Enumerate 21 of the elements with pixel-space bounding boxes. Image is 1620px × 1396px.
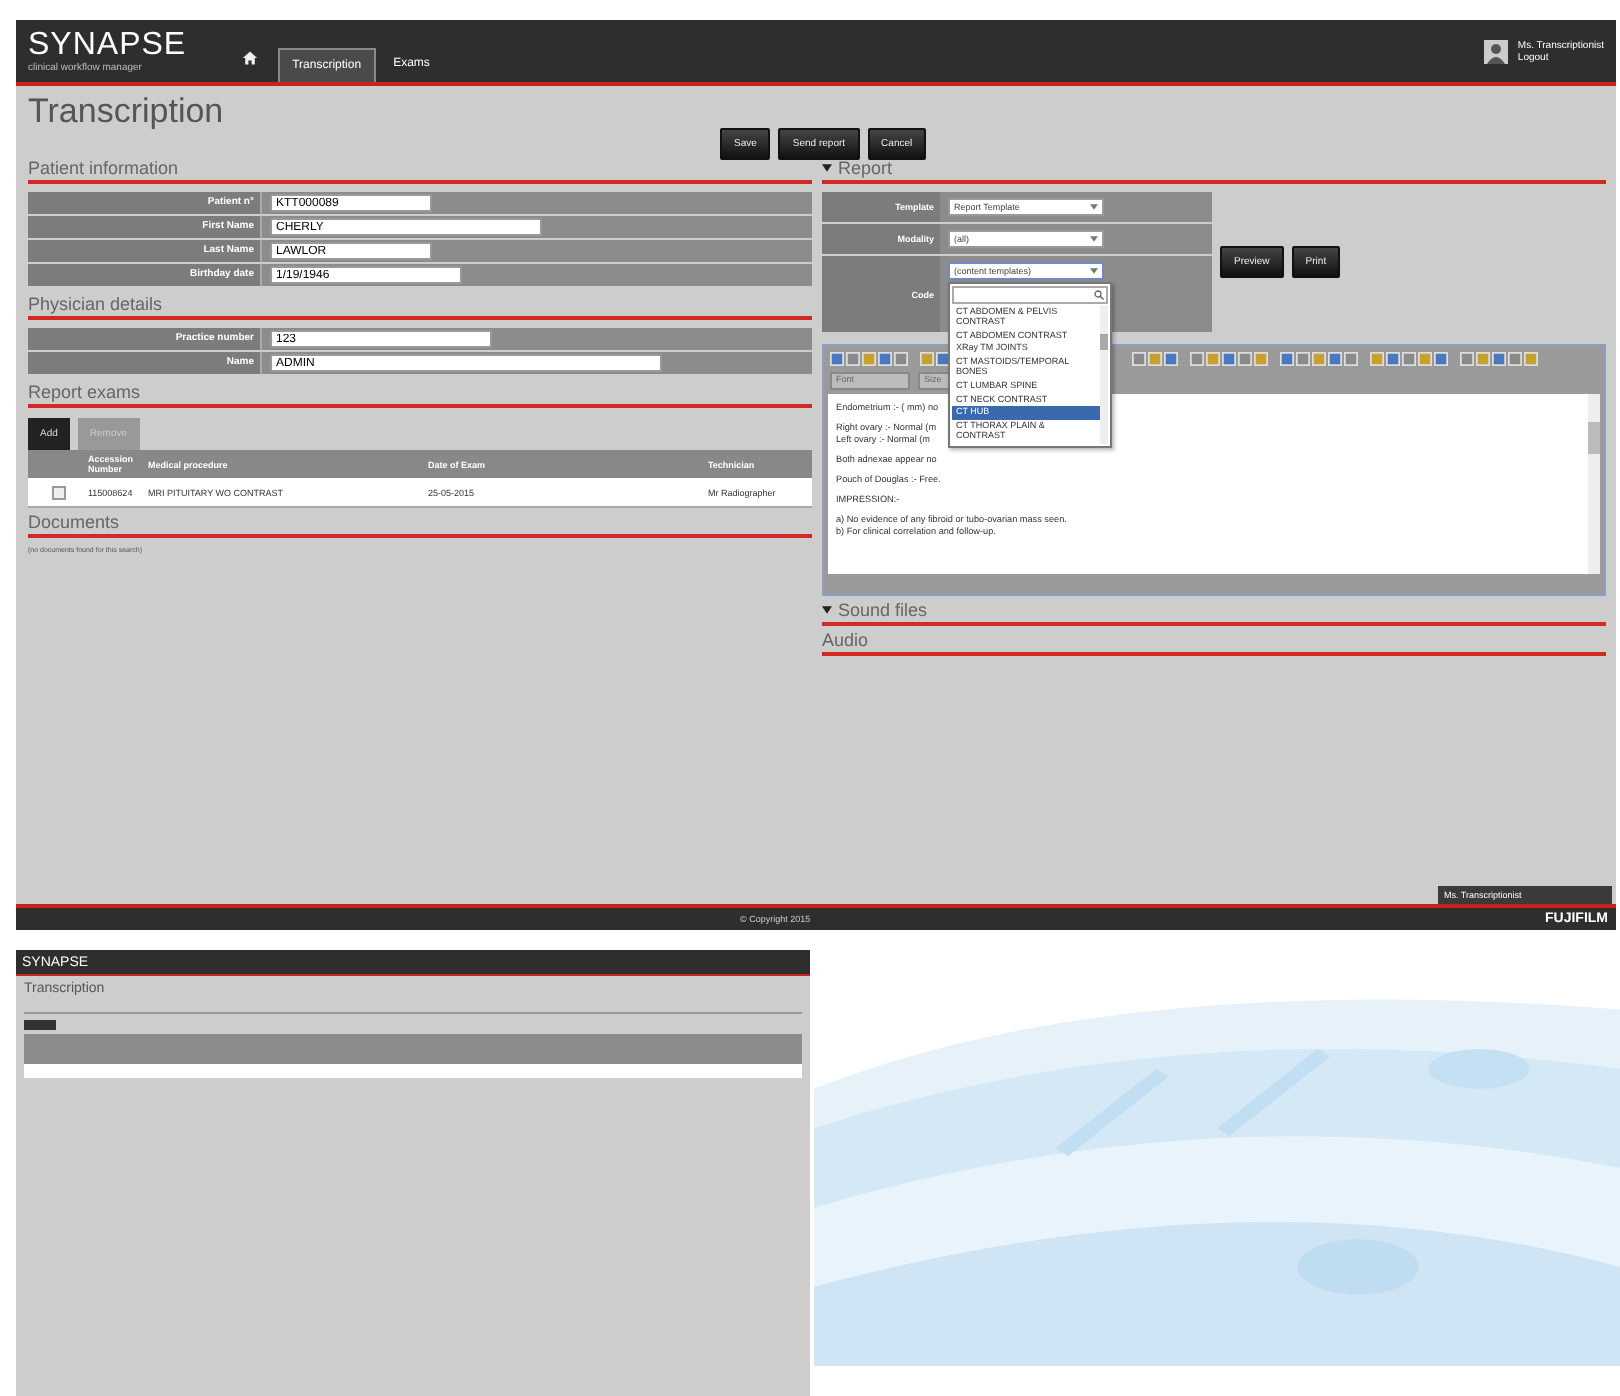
scrollbar[interactable] xyxy=(1588,394,1600,574)
section-header: Physician details xyxy=(28,290,812,320)
row-checkbox[interactable] xyxy=(51,485,65,499)
section-header: Report xyxy=(838,158,893,178)
page-title: Transcription xyxy=(28,92,224,134)
logo: SYNAPSE xyxy=(28,29,187,61)
section-header: Patient information xyxy=(28,154,812,184)
section-header: Audio xyxy=(822,626,1606,656)
home-icon[interactable] xyxy=(242,50,259,66)
section-header: Report exams xyxy=(28,378,812,408)
section-header: Sound files xyxy=(838,600,928,620)
user-avatar-icon xyxy=(1483,39,1508,63)
caret-icon xyxy=(1090,204,1098,210)
search-icon xyxy=(1094,290,1104,300)
caret-icon xyxy=(1090,236,1098,242)
collapse-triangle-icon[interactable] xyxy=(822,606,832,614)
section-header: Documents xyxy=(28,508,812,538)
search-field[interactable] xyxy=(952,286,1108,304)
collapse-triangle-icon[interactable] xyxy=(822,164,832,172)
scrollbar[interactable] xyxy=(1100,306,1108,444)
caret-icon xyxy=(1090,268,1098,274)
